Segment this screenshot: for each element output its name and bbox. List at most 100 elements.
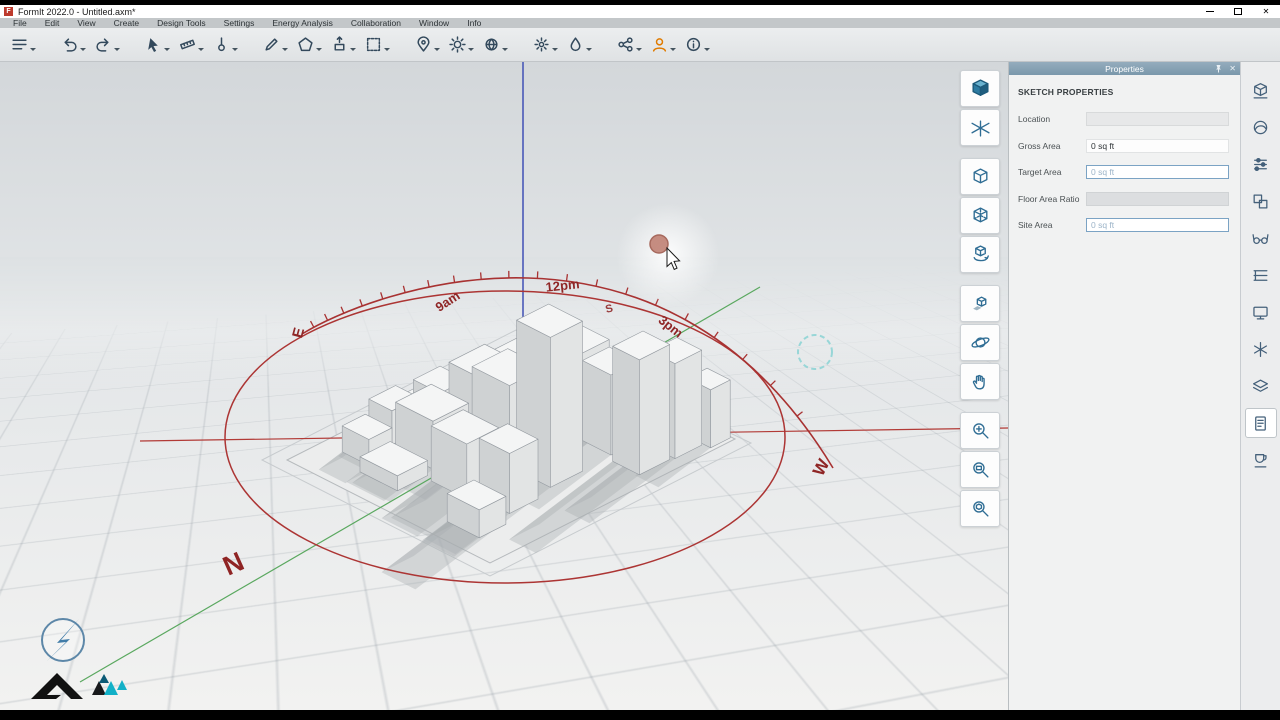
location-field[interactable] — [1086, 112, 1229, 126]
chevron-down-icon — [282, 48, 288, 51]
autodesk-logo — [31, 673, 83, 699]
share-icon — [618, 37, 633, 52]
settings-button[interactable] — [530, 33, 561, 56]
glasses-icon — [1252, 233, 1269, 244]
plumb-icon — [218, 37, 225, 52]
marquee-select-button[interactable] — [362, 33, 393, 56]
visibility-button[interactable] — [1245, 223, 1277, 253]
levels-button[interactable] — [1245, 260, 1277, 290]
materials-button[interactable] — [1245, 112, 1277, 142]
redo-button[interactable] — [92, 33, 123, 56]
scene-canvas[interactable]: 9am 12pm 3pm E W N S — [0, 62, 1008, 710]
gross-area-field[interactable] — [1086, 138, 1229, 153]
view-cube-icon — [971, 79, 989, 97]
properties-panel-header[interactable]: Properties ✕ — [1009, 62, 1240, 75]
notes-button[interactable] — [1244, 408, 1277, 438]
rotation-target-circle — [797, 334, 833, 370]
west-label: W — [809, 455, 834, 479]
navigation-compass[interactable] — [41, 618, 85, 662]
level-button[interactable] — [210, 33, 241, 56]
chevron-down-icon — [704, 48, 710, 51]
panel-close-icon[interactable]: ✕ — [1229, 64, 1236, 73]
undo-button[interactable] — [58, 33, 89, 56]
box-xray-icon — [973, 168, 987, 184]
chevron-down-icon — [30, 48, 36, 51]
target-area-field[interactable] — [1086, 165, 1229, 179]
zoom-window-icon — [972, 462, 989, 478]
field-label: Gross Area — [1018, 140, 1061, 151]
field-row-gross-area: Gross Area — [1018, 138, 1229, 153]
cube-shadow-icon — [972, 296, 986, 311]
panel-title: Properties — [1105, 63, 1144, 74]
sun-button[interactable] — [446, 33, 477, 56]
select-button[interactable] — [142, 33, 173, 56]
3d-viewport[interactable]: 9am 12pm 3pm E W N S — [0, 62, 1008, 710]
levels-icon — [1253, 269, 1268, 281]
building[interactable] — [612, 330, 671, 476]
sketch-grid-button[interactable] — [960, 109, 1000, 146]
app-window: F FormIt 2022.0 - Untitled.axm* ✕ File E… — [0, 0, 1280, 720]
content-library-button[interactable] — [1245, 75, 1277, 105]
menu-settings[interactable]: Settings — [215, 18, 264, 28]
maximize-icon[interactable] — [1224, 5, 1252, 18]
sun-settings-button[interactable] — [1245, 334, 1277, 364]
menu-create[interactable]: Create — [105, 18, 149, 28]
extrude-icon — [334, 36, 345, 51]
field-row-location: Location — [1018, 112, 1229, 126]
time-label-9am: 9am — [433, 288, 463, 315]
measure-button[interactable] — [176, 33, 207, 56]
minimize-icon[interactable] — [1196, 5, 1224, 18]
menu-view[interactable]: View — [68, 18, 104, 28]
location-button[interactable] — [412, 33, 443, 56]
box-solid-button[interactable] — [960, 197, 1000, 234]
field-label: Target Area — [1018, 167, 1062, 177]
groups-button[interactable] — [1245, 186, 1277, 216]
field-label: Location — [1018, 114, 1051, 124]
info-icon — [686, 37, 701, 52]
menu-file[interactable]: File — [4, 18, 36, 28]
sketch-grid-icon — [970, 120, 990, 137]
site-area-field[interactable] — [1086, 218, 1229, 232]
view-cube-button[interactable] — [960, 70, 1000, 107]
adjustments-button[interactable] — [1245, 149, 1277, 179]
share-button[interactable] — [614, 33, 645, 56]
orbit-button[interactable] — [960, 324, 1000, 361]
zoom-extents-button[interactable] — [960, 490, 1000, 527]
window-title: FormIt 2022.0 - Untitled.axm* — [18, 6, 136, 17]
box-rotate-button[interactable] — [960, 236, 1000, 273]
menu-collaboration[interactable]: Collaboration — [342, 18, 410, 28]
material-button[interactable] — [564, 33, 595, 56]
shapes-button[interactable] — [294, 33, 325, 56]
chevron-down-icon — [164, 48, 170, 51]
field-label: Site Area — [1018, 220, 1053, 230]
menu-edit[interactable]: Edit — [36, 18, 69, 28]
main-menu-button[interactable] — [8, 33, 39, 56]
zoom-in-icon — [972, 423, 989, 439]
menu-design-tools[interactable]: Design Tools — [148, 18, 215, 28]
box-xray-button[interactable] — [960, 158, 1000, 195]
extrude-button[interactable] — [328, 33, 359, 56]
field-row-site-area: Site Area — [1018, 218, 1229, 232]
scenes-button[interactable] — [1245, 297, 1277, 327]
pan-button[interactable] — [960, 363, 1000, 400]
layers-button[interactable] — [1245, 371, 1277, 401]
cube-shadow-button[interactable] — [960, 285, 1000, 322]
draw-button[interactable] — [260, 33, 291, 56]
plugins-button[interactable] — [1245, 445, 1277, 475]
floor-area-ratio-field[interactable] — [1086, 191, 1229, 206]
menu-energy-analysis[interactable]: Energy Analysis — [263, 18, 341, 28]
info-button[interactable] — [682, 33, 713, 56]
close-icon[interactable]: ✕ — [1252, 5, 1280, 18]
account-button[interactable] — [648, 33, 679, 56]
hexagon-icon — [298, 37, 313, 52]
zoom-in-button[interactable] — [960, 412, 1000, 449]
zoom-window-button[interactable] — [960, 451, 1000, 488]
sun-marker[interactable] — [649, 234, 669, 254]
right-icon-strip — [1240, 62, 1280, 710]
chevron-down-icon — [80, 48, 86, 51]
shadow-study-button[interactable] — [480, 33, 511, 56]
pin-icon[interactable] — [1214, 64, 1223, 73]
menu-window[interactable]: Window — [410, 18, 458, 28]
menu-info[interactable]: Info — [458, 18, 490, 28]
materials-icon — [1253, 120, 1268, 134]
